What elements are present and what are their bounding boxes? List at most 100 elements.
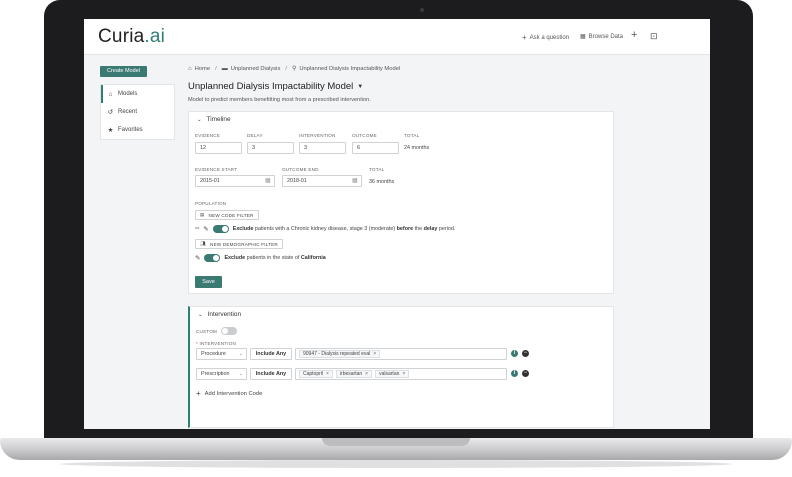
caret-down-icon: ▼ (357, 83, 364, 90)
add-icon[interactable]: + (631, 30, 637, 41)
rule-exclude: Exclude (224, 255, 246, 261)
select-value: Procedure (201, 351, 226, 357)
code-tag-input[interactable]: Captopril × irbesartan × valsartan × (295, 368, 507, 380)
close-icon[interactable]: × (365, 371, 368, 377)
new-code-filter-button[interactable]: ▤ NEW CODE FILTER (195, 210, 259, 220)
breadcrumb-separator: / (285, 65, 287, 72)
intervention-type-select[interactable]: Prescription ⌄ (196, 368, 247, 380)
total-value: 24 months (404, 145, 430, 151)
rule-exclude: Exclude (232, 226, 254, 232)
include-any-button[interactable]: Include Any (250, 368, 292, 380)
include-any-button[interactable]: Include Any (250, 348, 292, 360)
breadcrumb: ⌂ Home / ▬ Unplanned Dialysis / ⚲ Unplan… (188, 65, 401, 73)
chevron-down-icon: ⌄ (198, 311, 203, 318)
breadcrumb-current: Unplanned Dialysis Impactability Model (299, 65, 401, 72)
remove-icon[interactable]: − (522, 370, 529, 377)
browse-data-label: Browse Data (588, 33, 624, 40)
add-intervention-code-button[interactable]: + Add Intervention Code (196, 389, 262, 398)
outcome-input[interactable]: 6 (352, 142, 399, 154)
population-label: POPULATION (195, 201, 227, 206)
intervention-header[interactable]: ⌄ Intervention (198, 311, 241, 318)
app-screen: Curia.ai + Ask a question ▦ Browse Data … (84, 19, 710, 429)
rule-state: California (300, 255, 326, 261)
calendar-icon[interactable]: ▦ (265, 177, 271, 184)
info-icon[interactable]: i (511, 370, 518, 377)
drag-handle-icon[interactable]: ═ (195, 226, 199, 232)
curia-logo[interactable]: Curia.ai (98, 26, 165, 48)
total-value: 36 months (369, 179, 395, 185)
sidebar-item-models[interactable]: ⌂ Models (101, 85, 174, 103)
page-title[interactable]: Unplanned Dialysis Impactability Model ▼ (188, 81, 363, 92)
code-tag: valsartan × (375, 370, 410, 378)
expand-icon[interactable]: ⊡ (650, 31, 658, 41)
edit-icon[interactable]: ✎ (203, 225, 208, 233)
timeline-header[interactable]: ⌄ Timeline (197, 116, 231, 123)
delay-input[interactable]: 3 (247, 142, 294, 154)
evidence-label: EVIDENCE (195, 133, 221, 138)
model-icon: ⚲ (291, 66, 297, 72)
required-mark: * (196, 341, 198, 346)
rule-toggle[interactable] (212, 225, 229, 233)
timeline-panel: ⌄ Timeline EVIDENCE 12 DELAY 3 INTERVENT… (188, 111, 614, 294)
users-icon: 👥︎ (200, 241, 207, 246)
outcome-end-label: OUTCOME END (282, 167, 319, 172)
ask-question-button[interactable]: + Ask a question (522, 33, 569, 42)
rule-toggle[interactable] (204, 254, 221, 262)
sidebar-nav: ⌂ Models ↺ Recent ★ Favorites (100, 84, 175, 140)
tag-label: 90947 - Dialysis repeated eval (303, 351, 371, 357)
page-description: Model to predict members benefitting mos… (188, 97, 371, 103)
laptop-notch (322, 438, 470, 446)
new-code-filter-label: NEW CODE FILTER (208, 212, 254, 218)
plus-icon: + (522, 33, 527, 42)
plus-icon: + (196, 389, 201, 398)
sidebar-item-label: Models (118, 91, 138, 97)
history-icon: ↺ (107, 109, 114, 116)
outcome-end-input[interactable]: 2018-01 (282, 175, 362, 187)
rule-delay: delay (423, 226, 438, 232)
intervention-field-label-text: INTERVENTION (199, 341, 237, 346)
code-tag-input[interactable]: 90947 - Dialysis repeated eval × (295, 348, 507, 360)
sidebar-item-label: Favorites (118, 127, 143, 133)
chevron-down-icon: ⌄ (197, 116, 202, 123)
folder-icon: ▬ (221, 65, 228, 72)
info-icon[interactable]: i (511, 350, 518, 357)
browse-data-button[interactable]: ▦ Browse Data (580, 33, 624, 41)
evidence-start-input[interactable]: 2015-01 (195, 175, 275, 187)
evidence-start-label: EVIDENCE START (195, 167, 238, 172)
edit-icon[interactable]: ✎ (195, 254, 200, 262)
intervention-heading: Intervention (207, 311, 242, 318)
intervention-input[interactable]: 3 (299, 142, 346, 154)
intervention-type-select[interactable]: Procedure ⌄ (196, 348, 247, 360)
custom-label: CUSTOM (196, 328, 218, 334)
close-icon[interactable]: × (402, 371, 405, 377)
tag-label: valsartan (379, 371, 400, 377)
new-demographic-filter-button[interactable]: 👥︎ NEW DEMOGRAPHIC FILTER (195, 239, 283, 249)
logo-accent: .ai (144, 26, 166, 47)
timeline-heading: Timeline (206, 116, 231, 123)
calendar-icon[interactable]: ▦ (352, 177, 358, 184)
logo-text: Curia (98, 26, 145, 47)
delay-label: DELAY (247, 133, 263, 138)
close-icon[interactable]: × (373, 351, 376, 357)
custom-toggle-row: CUSTOM (196, 327, 238, 335)
population-rule-diagnosis: ═ ✎ Exclude patients with a Chronic kidn… (195, 225, 455, 233)
laptop-shadow (60, 460, 732, 468)
close-icon[interactable]: × (326, 371, 329, 377)
outcome-label: OUTCOME (352, 133, 377, 138)
remove-icon[interactable]: − (522, 350, 529, 357)
breadcrumb-folder[interactable]: Unplanned Dialysis (231, 66, 281, 72)
rule-text: Exclude patients with a Chronic kidney d… (233, 226, 456, 232)
create-model-button[interactable]: Create Model (100, 66, 147, 77)
save-button[interactable]: Save (195, 276, 222, 288)
chevron-down-icon: ⌄ (238, 371, 243, 377)
code-tag: Captopril × (299, 370, 333, 378)
sidebar-item-favorites[interactable]: ★ Favorites (101, 121, 174, 139)
breadcrumb-home[interactable]: Home (195, 66, 210, 72)
total-label: TOTAL (404, 133, 420, 138)
code-tag: 90947 - Dialysis repeated eval × (299, 350, 381, 358)
custom-toggle[interactable] (221, 327, 238, 335)
sidebar-item-recent[interactable]: ↺ Recent (101, 103, 174, 121)
home-icon: ⌂ (188, 65, 192, 72)
evidence-input[interactable]: 12 (195, 142, 242, 154)
new-demographic-filter-label: NEW DEMOGRAPHIC FILTER (210, 241, 278, 247)
